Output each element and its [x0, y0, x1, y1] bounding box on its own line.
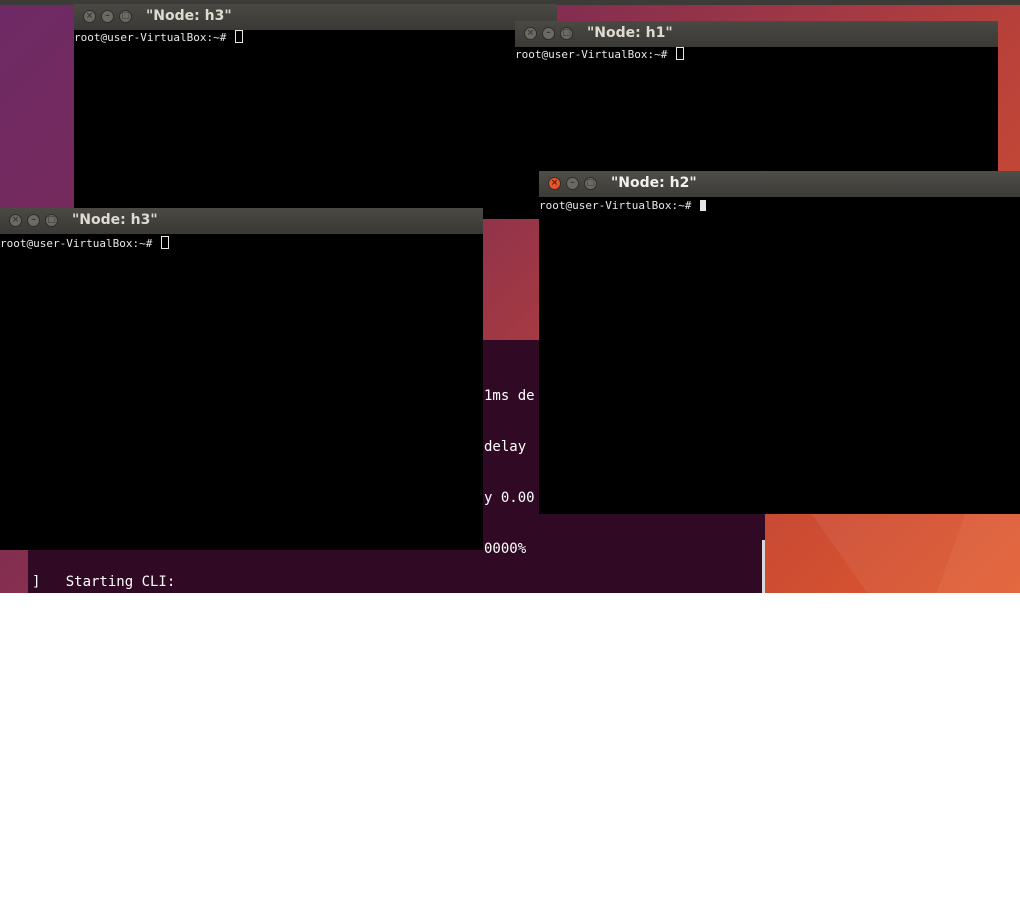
maximize-icon[interactable]: □ — [584, 177, 597, 190]
scrollbar[interactable] — [762, 540, 765, 593]
xterm-window-h3-bottom[interactable]: × – □ "Node: h3" root@user-VirtualBox:~# — [0, 208, 483, 550]
window-titlebar[interactable]: × – □ "Node: h3" — [74, 4, 557, 30]
close-icon[interactable]: × — [548, 177, 561, 190]
output-line: 1ms de — [484, 694, 535, 710]
output-line: .00000 — [484, 796, 535, 812]
window-title: "Node: h2" — [611, 175, 697, 191]
minimize-icon[interactable]: – — [566, 177, 579, 190]
output-line: loss) — [484, 592, 527, 608]
window-titlebar[interactable]: × – □ "Node: h3" — [0, 208, 483, 234]
text-cursor — [675, 47, 684, 60]
output-line: lay 0. — [484, 745, 535, 761]
terminal-body[interactable]: root@user-VirtualBox:~# — [74, 30, 557, 219]
close-icon[interactable]: × — [524, 27, 537, 40]
minimize-icon[interactable]: – — [542, 27, 555, 40]
prompt-text: mininet-wifi> — [32, 677, 151, 693]
window-title: "Node: h3" — [72, 212, 158, 228]
shell-prompt: root@user-VirtualBox:~# — [0, 237, 159, 250]
minimize-icon[interactable]: – — [101, 10, 114, 23]
minimize-icon[interactable]: – — [27, 214, 40, 227]
starting-cli-line: ] Starting CLI: — [32, 574, 176, 590]
terminal-body[interactable]: root@user-VirtualBox:~# — [515, 47, 998, 173]
terminal-body[interactable]: root@user-VirtualBox:~# — [539, 199, 1020, 514]
xterm-window-h3-top[interactable]: × – □ "Node: h3" root@user-VirtualBox:~# — [74, 4, 557, 219]
maximize-icon[interactable]: □ — [560, 27, 573, 40]
text-cursor — [150, 676, 162, 692]
window-title: "Node: h1" — [587, 25, 673, 41]
text-cursor — [699, 200, 706, 211]
main-terminal-cli: ] Starting CLI: mininet-wifi> xterm h1 h… — [32, 540, 293, 728]
close-icon[interactable]: × — [9, 214, 22, 227]
shell-prompt: root@user-VirtualBox:~# — [515, 48, 674, 61]
text-cursor — [160, 236, 169, 249]
terminal-body[interactable]: root@user-VirtualBox:~# — [0, 236, 483, 550]
xterm-window-h1[interactable]: × – □ "Node: h1" root@user-VirtualBox:~# — [515, 21, 998, 173]
command-line: mininet-wifi> xterm h1 h2 h3 h3 — [32, 625, 294, 641]
shell-prompt: root@user-VirtualBox:~# — [539, 199, 698, 212]
xterm-window-h2[interactable]: × – □ "Node: h2" root@user-VirtualBox:~# — [539, 171, 1020, 514]
close-icon[interactable]: × — [83, 10, 96, 23]
output-line: % loss) (8.00Mbit 1ms delay 0. — [484, 847, 737, 863]
prompt-line[interactable]: mininet-wifi> — [32, 676, 293, 694]
window-title: "Node: h3" — [146, 8, 232, 24]
maximize-icon[interactable]: □ — [119, 10, 132, 23]
window-titlebar[interactable]: × – □ "Node: h2" — [539, 171, 1020, 197]
window-titlebar[interactable]: × – □ "Node: h1" — [515, 21, 998, 47]
text-cursor — [234, 30, 243, 43]
output-line: 0000% — [484, 541, 527, 557]
maximize-icon[interactable]: □ — [45, 214, 58, 227]
output-line: * Conf — [484, 643, 535, 659]
shell-prompt: root@user-VirtualBox:~# — [74, 31, 233, 44]
